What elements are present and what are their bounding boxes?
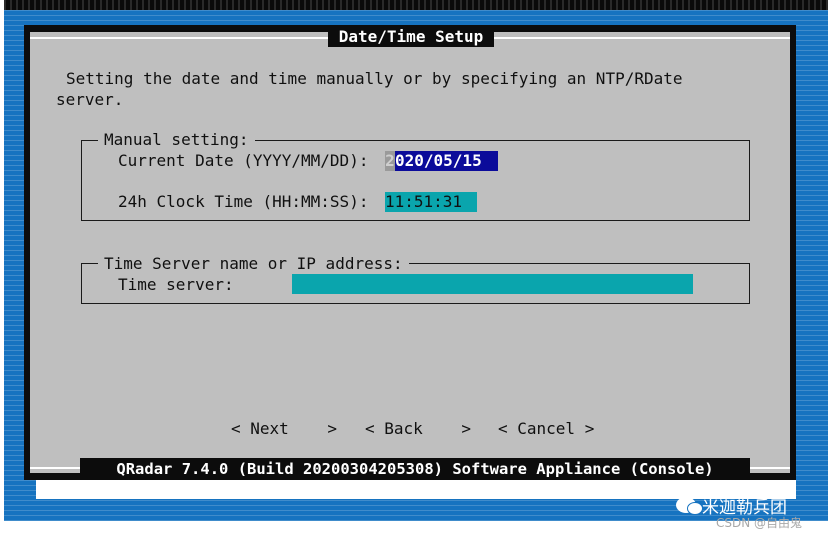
current-date-field[interactable]: 2 020/05/15 [385, 151, 498, 171]
clock-time-field[interactable]: 11:51:31 [385, 192, 477, 212]
watermark: 米迦勒兵团 [676, 493, 787, 518]
manual-setting-legend: Manual setting: [98, 130, 255, 150]
description-line-1: Setting the date and time manually or by… [66, 69, 683, 88]
time-server-label: Time server: [118, 275, 234, 294]
current-date-label: Current Date (YYYY/MM/DD): [118, 151, 369, 170]
dialog-body [30, 32, 790, 473]
csdn-watermark: CSDN @自由鬼 [716, 516, 803, 530]
current-date-value: 020/05/15 [395, 151, 482, 170]
back-button[interactable]: < Back > [365, 419, 471, 439]
dialog-title: Date/Time Setup [328, 27, 494, 47]
text-cursor: 2 [385, 151, 395, 171]
next-button[interactable]: < Next > [231, 419, 337, 439]
description-line-2: server. [56, 90, 124, 109]
top-band [4, 0, 828, 10]
watermark-brand: 米迦勒兵团 [702, 497, 787, 518]
time-server-legend: Time Server name or IP address: [98, 254, 409, 274]
footer-status: QRadar 7.4.0 (Build 20200304205308) Soft… [80, 458, 750, 480]
cancel-button[interactable]: < Cancel > [498, 419, 594, 439]
clock-time-label: 24h Clock Time (HH:MM:SS): [118, 192, 369, 211]
wechat-icon [676, 497, 703, 515]
time-server-input[interactable] [292, 274, 693, 294]
